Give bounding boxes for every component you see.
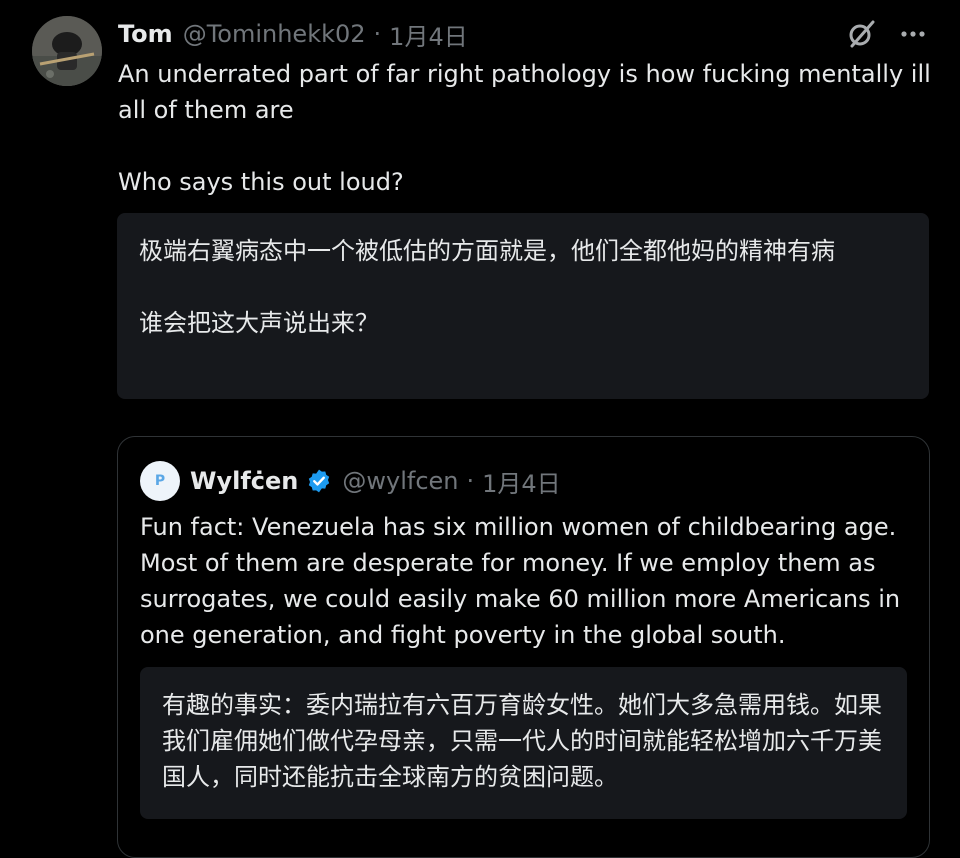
quoted-translation-box: 有趣的事实：委内瑞拉有六百万育龄女性。她们大多急需用钱。如果我们雇佣她们做代孕母…	[140, 667, 907, 819]
quoted-author-handle[interactable]: @wylfcen	[342, 467, 458, 495]
quoted-tweet-text: Fun fact: Venezuela has six million wome…	[140, 513, 901, 649]
avatar-image	[32, 16, 102, 86]
grok-icon[interactable]	[846, 19, 876, 49]
quoted-tweet-date[interactable]: 1月4日	[482, 464, 561, 499]
header-actions	[846, 17, 926, 51]
author-name[interactable]: Tom	[118, 20, 173, 48]
tweet-text: An underrated part of far right patholog…	[118, 60, 931, 196]
tweet-date[interactable]: 1月4日	[389, 17, 468, 52]
translation-text: 极端右翼病态中一个被低估的方面就是，他们全都他妈的精神有病 谁会把这大声说出来？	[139, 237, 835, 337]
author-avatar[interactable]	[32, 16, 102, 86]
tweet-header: Tom @Tominhekk02 · 1月4日	[118, 17, 940, 51]
more-icon[interactable]	[900, 30, 926, 38]
quoted-separator-dot: ·	[466, 467, 475, 495]
quoted-translation-text: 有趣的事实：委内瑞拉有六百万育龄女性。她们大多急需用钱。如果我们雇佣她们做代孕母…	[162, 691, 882, 791]
quoted-author-name[interactable]: Wylfċen	[190, 467, 298, 495]
quoted-tweet-card[interactable]: P Wylfċen @wylfcen · 1月4日 Fun fact: Vene…	[117, 436, 930, 858]
quoted-author-avatar[interactable]: P	[140, 461, 180, 501]
author-handle[interactable]: @Tominhekk02	[183, 20, 366, 48]
translation-box: 极端右翼病态中一个被低估的方面就是，他们全都他妈的精神有病 谁会把这大声说出来？	[117, 213, 929, 399]
verified-badge-icon	[306, 468, 332, 494]
separator-dot: ·	[373, 20, 382, 48]
quoted-avatar-letter: P	[154, 473, 166, 489]
quoted-tweet-header: P Wylfċen @wylfcen · 1月4日	[140, 461, 561, 501]
